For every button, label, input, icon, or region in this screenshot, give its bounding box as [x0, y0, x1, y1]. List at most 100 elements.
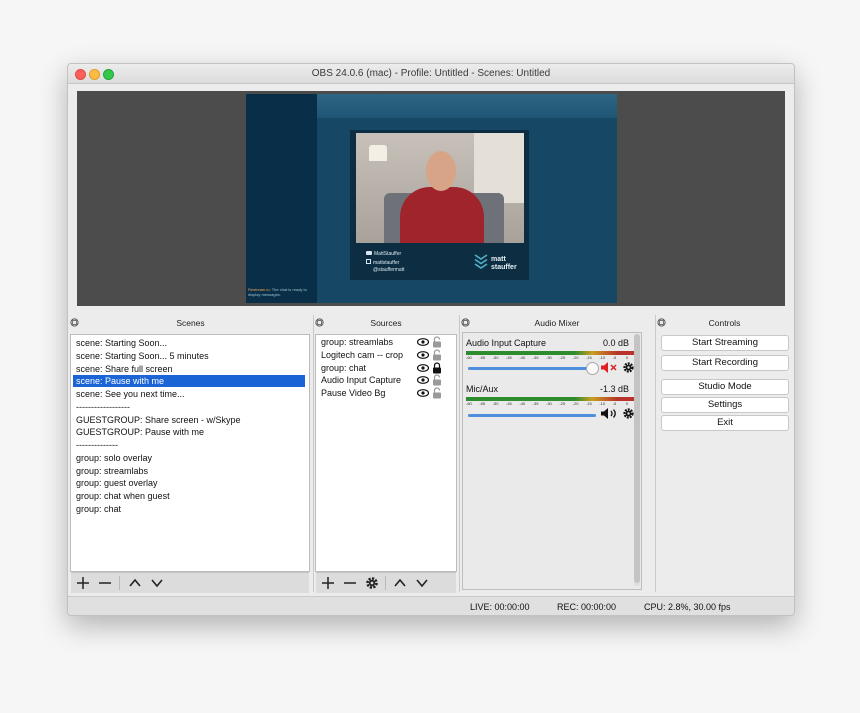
scene-item[interactable]: group: chat when guest: [73, 490, 170, 502]
source-item[interactable]: Audio Input Capture: [318, 374, 417, 386]
source-item[interactable]: group: chat: [318, 362, 417, 374]
scenes-list[interactable]: scene: Starting Soon... scene: Starting …: [70, 334, 310, 572]
unlock-icon[interactable]: [432, 349, 442, 361]
add-scene-button[interactable]: [75, 575, 91, 591]
scenes-title: Scenes: [176, 318, 205, 328]
webcam-bg-lamp: [369, 145, 387, 161]
sources-title: Sources: [370, 318, 402, 328]
scene-item[interactable]: group: guest overlay: [73, 477, 158, 489]
meter-tick-label: -50: [492, 401, 499, 406]
obs-window: OBS 24.0.6 (mac) - Profile: Untitled - S…: [67, 63, 795, 616]
speaker-volume-icon[interactable]: [600, 407, 620, 420]
meter-tick-label: -15: [586, 355, 592, 360]
volume-fader-track[interactable]: [468, 367, 593, 370]
meter-tick-label: -25: [559, 401, 566, 406]
channel-db-readout: -1.3 dB: [599, 384, 629, 394]
start-recording-button[interactable]: Start Recording: [661, 355, 789, 371]
visibility-eye-icon[interactable]: [417, 363, 429, 373]
remove-scene-button[interactable]: [97, 575, 113, 591]
preview-area[interactable]: Restream.io: The chat is ready to displa…: [77, 91, 785, 306]
meter-tick-label: -45: [506, 401, 512, 406]
controls-dock: Controls Start Streaming Start Recording…: [655, 315, 794, 592]
source-item[interactable]: Pause Video Bg: [318, 387, 417, 399]
chat-panel-overlay: [246, 94, 317, 303]
mixer-scrollbar[interactable]: [634, 334, 640, 586]
social-twitch: mattstauffer: [366, 259, 399, 266]
unlock-icon[interactable]: [432, 336, 442, 348]
settings-button[interactable]: Settings: [661, 397, 789, 413]
meter-tick-label: 0: [626, 401, 629, 406]
webcam-image: [356, 133, 524, 243]
meter-tick-label: -45: [506, 355, 512, 360]
social-youtube-label: MattStauffer: [374, 251, 402, 257]
source-properties-gear-icon[interactable]: [364, 575, 380, 591]
dock-divider[interactable]: [459, 315, 460, 592]
controls-title: Controls: [708, 318, 741, 328]
audio-mixer-title: Audio Mixer: [534, 318, 580, 328]
source-item[interactable]: Logitech cam -- crop: [318, 349, 417, 361]
scene-item[interactable]: scene: Share full screen: [73, 363, 173, 375]
brand-line-2: stauffer: [491, 264, 517, 271]
source-item[interactable]: group: streamlabs: [318, 336, 417, 348]
brand-text: matt stauffer: [491, 256, 531, 272]
scene-item[interactable]: group: chat: [73, 503, 121, 515]
unlock-icon[interactable]: [432, 387, 442, 399]
meter-tick-label: -5: [612, 355, 617, 360]
webcam-frame: MattStauffer mattstauffer @stauffermatt …: [350, 130, 529, 280]
meter-tick-label: -30: [546, 401, 552, 406]
dock-divider[interactable]: [313, 315, 314, 592]
youtube-icon: [366, 251, 372, 255]
social-twitter: @stauffermatt: [373, 267, 405, 273]
start-streaming-button[interactable]: Start Streaming: [661, 335, 789, 351]
lock-icon[interactable]: [432, 362, 442, 374]
volume-fader-handle[interactable]: [586, 362, 599, 375]
scene-separator[interactable]: --------------: [73, 439, 118, 451]
move-source-down-button[interactable]: [414, 575, 430, 591]
sources-dock: Sources group: streamlabs Logitech cam -…: [313, 315, 459, 593]
visibility-eye-icon[interactable]: [417, 388, 429, 398]
studio-mode-button[interactable]: Studio Mode: [661, 379, 789, 395]
remove-source-button[interactable]: [342, 575, 358, 591]
unlock-icon[interactable]: [432, 374, 442, 386]
scene-item[interactable]: group: streamlabs: [73, 465, 148, 477]
scene-item[interactable]: scene: Starting Soon... 5 minutes: [73, 350, 209, 362]
sources-list[interactable]: group: streamlabs Logitech cam -- crop g…: [315, 334, 457, 572]
scene-item[interactable]: GUESTGROUP: Share screen - w/Skype: [73, 414, 241, 426]
move-source-up-button[interactable]: [392, 575, 408, 591]
webcam-caption: MattStauffer mattstauffer @stauffermatt …: [356, 248, 524, 276]
exit-button[interactable]: Exit: [661, 415, 789, 431]
visibility-eye-icon[interactable]: [417, 337, 429, 347]
scene-item[interactable]: group: solo overlay: [73, 452, 152, 464]
dock-divider[interactable]: [655, 315, 656, 592]
meter-tick-label: -10: [599, 401, 606, 406]
social-twitch-label: mattstauffer: [373, 260, 400, 266]
meter-tick-label: -35: [532, 401, 539, 406]
add-source-button[interactable]: [320, 575, 336, 591]
mixer-scrollbar-thumb[interactable]: [634, 334, 640, 583]
scenes-toolbar: [71, 572, 309, 593]
meter-tick-label: -60: [466, 401, 472, 406]
meter-tick-label: -30: [546, 355, 552, 360]
move-scene-down-button[interactable]: [149, 575, 165, 591]
preview-canvas[interactable]: Restream.io: The chat is ready to displa…: [246, 94, 617, 303]
brand-line-1: matt: [491, 256, 506, 263]
move-scene-up-button[interactable]: [127, 575, 143, 591]
scene-separator[interactable]: ------------------: [73, 401, 130, 413]
background-sky: [317, 94, 617, 118]
scene-item-selected[interactable]: scene: Pause with me: [73, 375, 305, 387]
meter-tick-label: 0: [626, 355, 629, 360]
scene-item[interactable]: scene: See you next time...: [73, 388, 185, 400]
meter-tick-label: -55: [479, 355, 486, 360]
title-bar[interactable]: OBS 24.0.6 (mac) - Profile: Untitled - S…: [68, 64, 794, 84]
meter-tick-label: -20: [572, 355, 579, 360]
scene-item[interactable]: GUESTGROUP: Pause with me: [73, 426, 204, 438]
mute-speaker-icon[interactable]: [600, 361, 620, 374]
scene-item[interactable]: scene: Starting Soon...: [73, 337, 167, 349]
channel-name: Mic/Aux: [466, 384, 499, 394]
visibility-eye-icon[interactable]: [417, 375, 429, 385]
toolbar-divider: [119, 576, 120, 590]
volume-fader-track[interactable]: [468, 414, 596, 417]
webcam-person-body: [400, 187, 484, 243]
visibility-eye-icon[interactable]: [417, 350, 429, 360]
mixer-channels: Audio Input Capture 0.0 dB -60 -55 -50 -45-…: [462, 332, 642, 590]
